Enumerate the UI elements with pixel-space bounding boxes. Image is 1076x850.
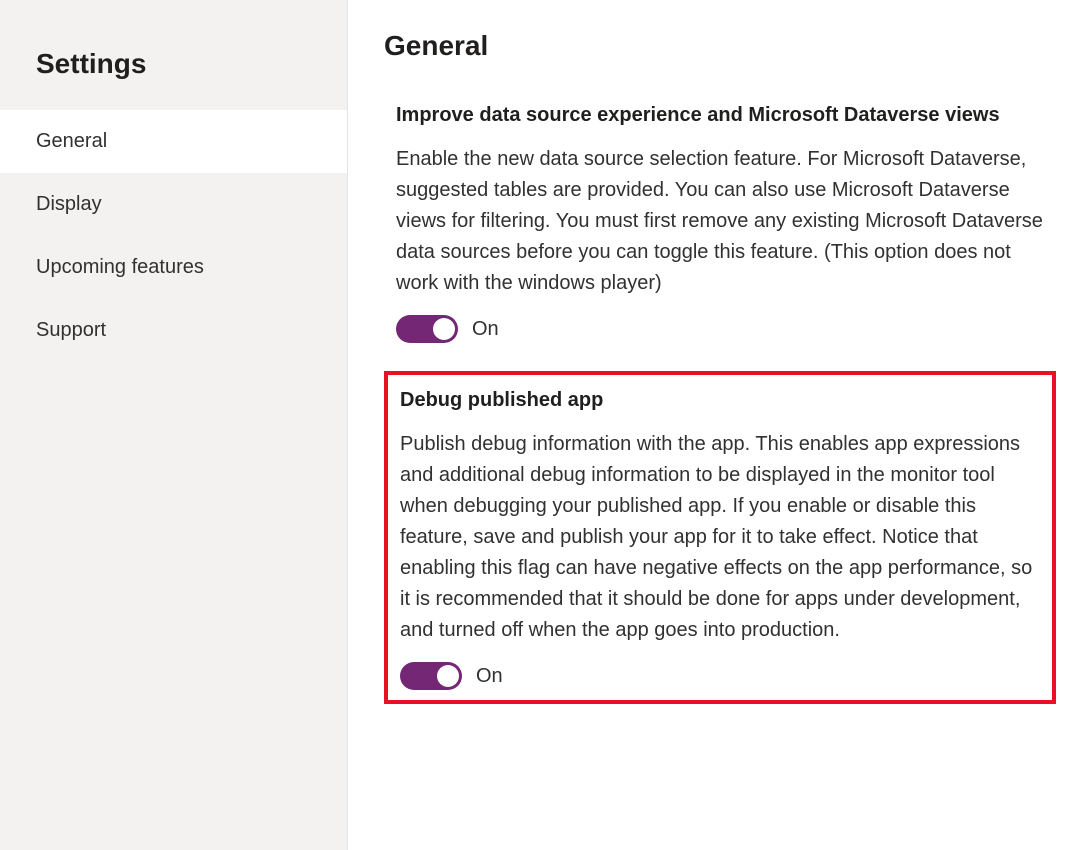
setting-description: Publish debug information with the app. … [400, 429, 1040, 646]
settings-screen: Settings General Display Upcoming featur… [0, 0, 1076, 850]
toggle-knob-icon [433, 318, 455, 340]
sidebar-nav: General Display Upcoming features Suppor… [0, 110, 347, 362]
page-title: General [384, 30, 1056, 62]
toggle-state-label: On [476, 665, 503, 688]
toggle-row: On [396, 315, 1044, 343]
sidebar-item-general[interactable]: General [0, 110, 347, 173]
settings-main: General Improve data source experience a… [348, 0, 1076, 850]
setting-title: Improve data source experience and Micro… [396, 100, 1044, 130]
toggle-debug-published-app[interactable] [400, 662, 462, 690]
setting-improve-data-source: Improve data source experience and Micro… [384, 90, 1056, 353]
setting-title: Debug published app [400, 385, 1040, 415]
toggle-row: On [400, 662, 1040, 690]
sidebar-item-upcoming-features[interactable]: Upcoming features [0, 236, 347, 299]
setting-description: Enable the new data source selection fea… [396, 144, 1044, 299]
sidebar-item-support[interactable]: Support [0, 299, 347, 362]
toggle-improve-data-source[interactable] [396, 315, 458, 343]
setting-debug-published-app: Debug published app Publish debug inform… [384, 371, 1056, 704]
sidebar-title: Settings [0, 0, 347, 110]
toggle-state-label: On [472, 318, 499, 341]
settings-sidebar: Settings General Display Upcoming featur… [0, 0, 348, 850]
toggle-knob-icon [437, 665, 459, 687]
sidebar-item-display[interactable]: Display [0, 173, 347, 236]
